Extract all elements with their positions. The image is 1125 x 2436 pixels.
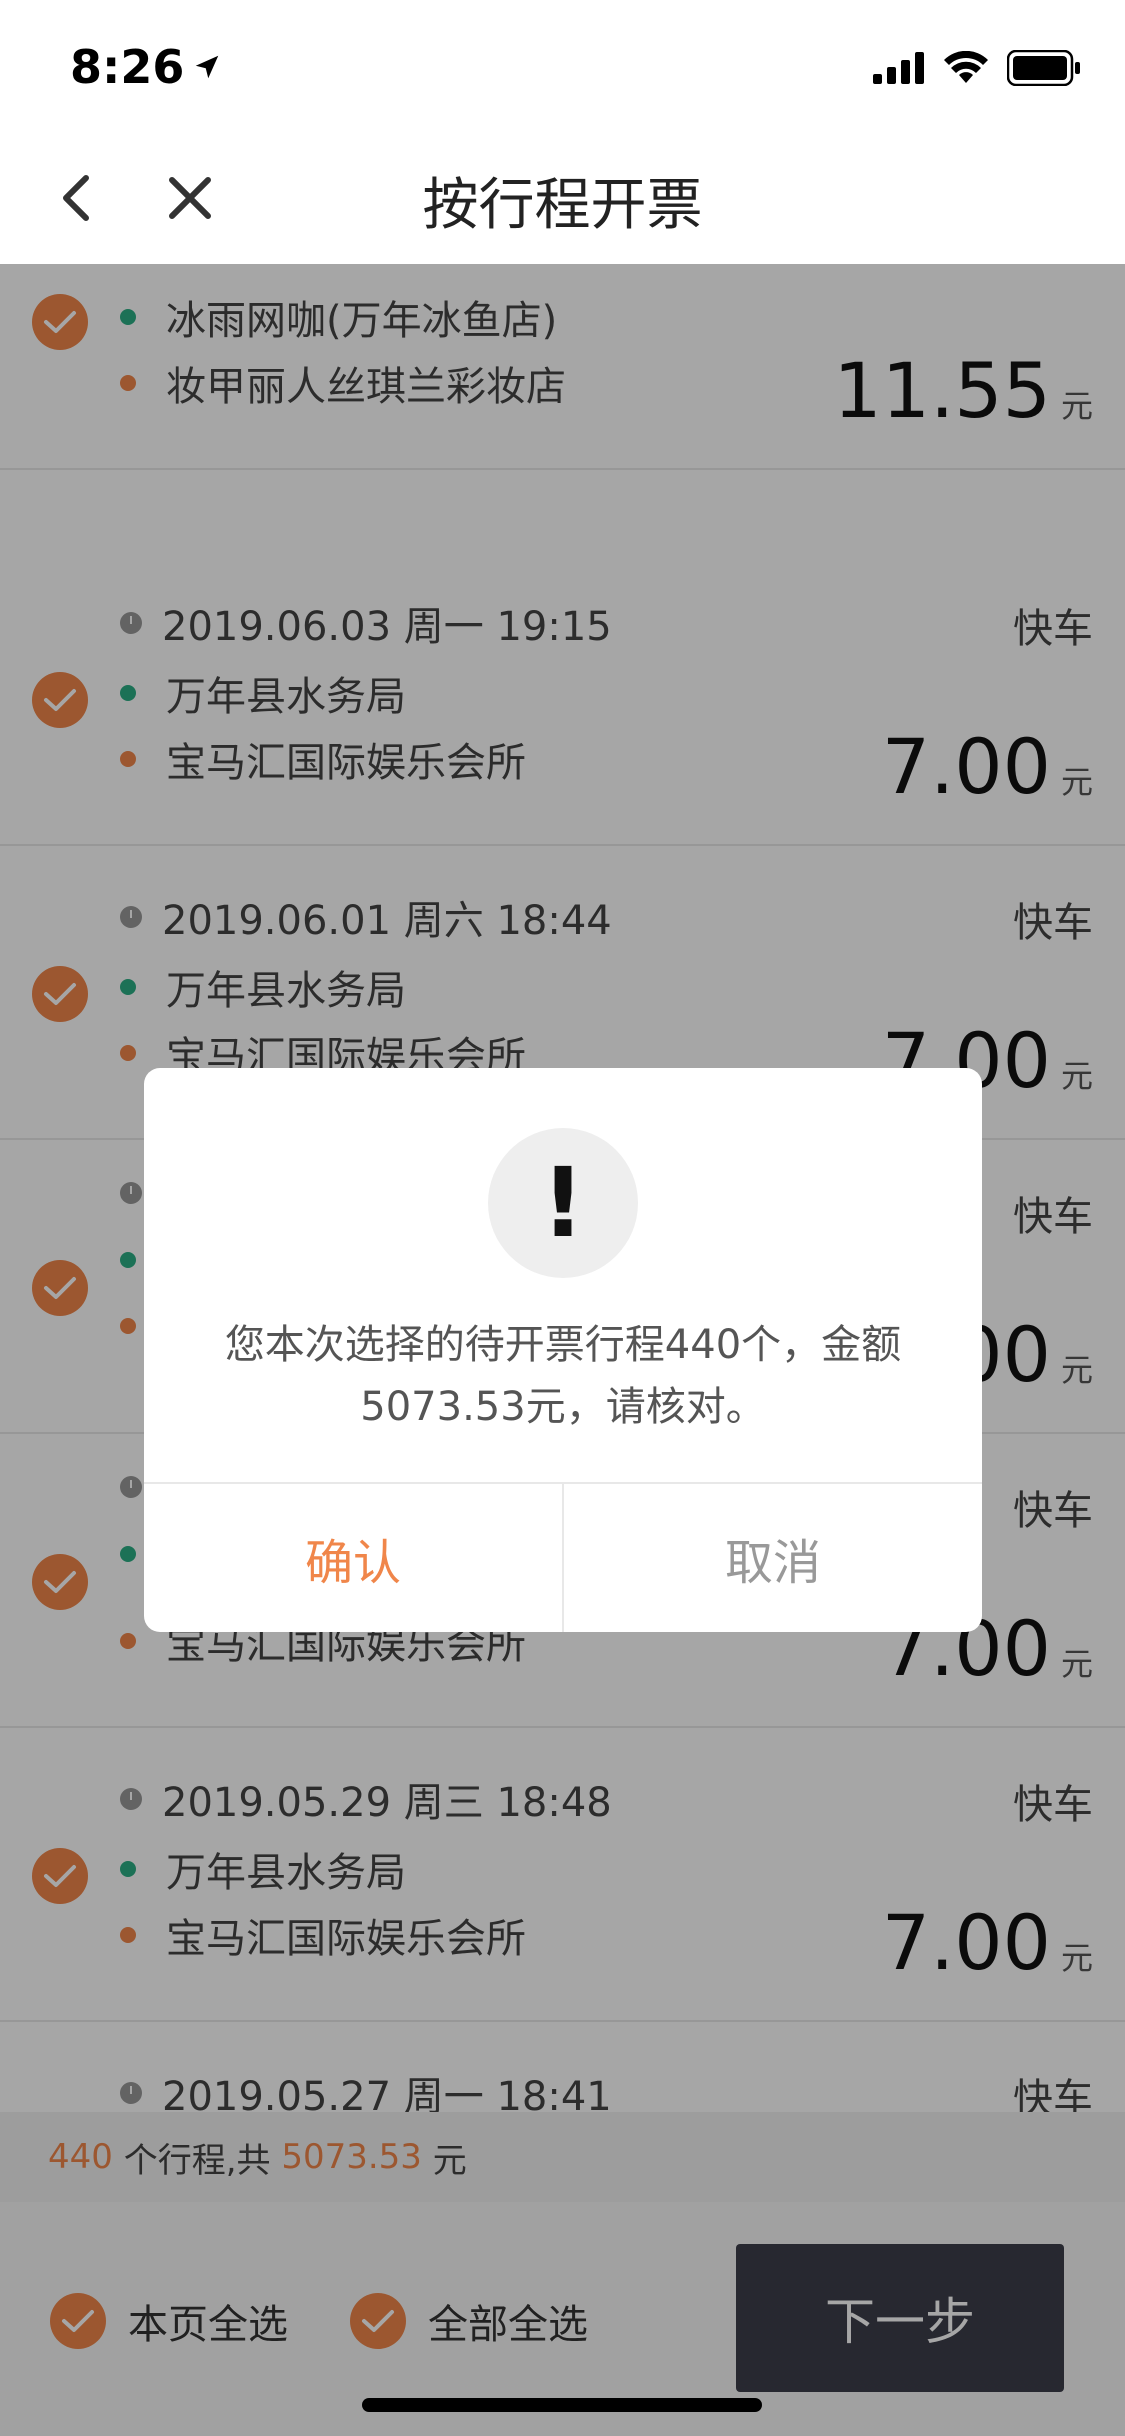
dialog-message: 您本次选择的待开票行程440个，金额 5073.53元，请核对。 <box>204 1314 922 1438</box>
confirm-dialog: ! 您本次选择的待开票行程440个，金额 5073.53元，请核对。 确认 取消 <box>144 1068 982 1632</box>
wifi-icon <box>944 51 988 83</box>
home-indicator[interactable] <box>362 2398 762 2412</box>
battery-icon <box>1007 50 1080 86</box>
nav-bar: 按行程开票 <box>0 132 1125 264</box>
dialog-message-line2: 5073.53元，请核对。 <box>360 1384 766 1430</box>
signal-icon <box>873 52 924 84</box>
status-bar: 8:26 <box>0 0 1125 132</box>
page-title: 按行程开票 <box>422 173 703 238</box>
cancel-button[interactable]: 取消 <box>564 1484 982 1632</box>
status-icons <box>873 50 1081 86</box>
confirm-button[interactable]: 确认 <box>144 1484 564 1632</box>
status-time: 8:26 <box>70 40 222 94</box>
status-time-text: 8:26 <box>70 40 185 94</box>
location-icon <box>196 55 219 79</box>
dialog-buttons: 确认 取消 <box>144 1482 982 1632</box>
warning-icon: ! <box>488 1128 638 1278</box>
dialog-message-line1: 您本次选择的待开票行程440个，金额 <box>224 1322 902 1368</box>
